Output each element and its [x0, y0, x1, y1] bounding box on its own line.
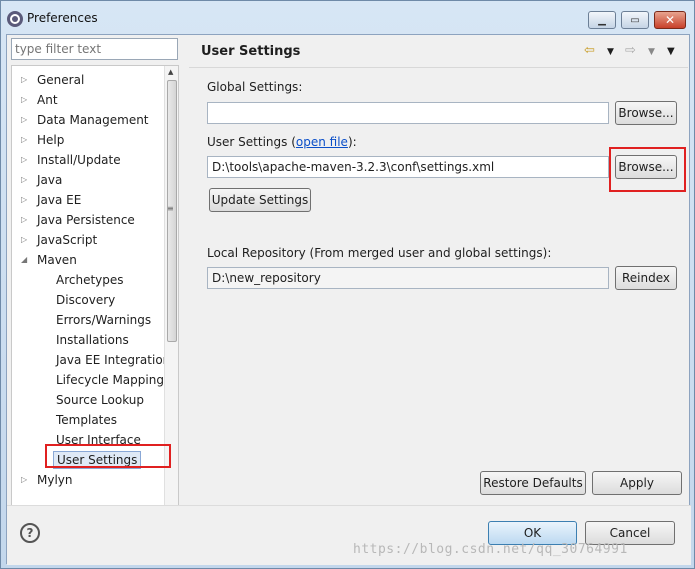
tree-item-label: Lifecycle Mapping [56, 373, 164, 387]
tree-item-label: JavaScript [37, 233, 98, 247]
global-browse-button[interactable]: Browse... [615, 101, 677, 125]
browse-highlight [609, 147, 686, 192]
tree-item-label: Install/Update [37, 153, 121, 167]
tree-item-label: Data Management [37, 113, 149, 127]
local-repository-input: D:\new_repository [207, 267, 609, 289]
page-title: User Settings [201, 44, 301, 59]
global-settings-input[interactable] [207, 102, 609, 124]
global-settings-label: Global Settings: [207, 80, 303, 94]
expand-arrow-icon[interactable]: ▷ [21, 131, 27, 149]
tree-item-label: Templates [56, 413, 118, 427]
title-bar[interactable]: Preferences ▁ ▭ ✕ [1, 1, 694, 35]
tree-item-label: Errors/Warnings [56, 313, 152, 327]
reindex-button[interactable]: Reindex [615, 266, 677, 290]
tree-item-label: Archetypes [56, 273, 124, 287]
tree-item-label: General [37, 73, 85, 87]
expand-arrow-icon[interactable]: ▷ [21, 471, 27, 489]
tree-item-label: Ant [37, 93, 58, 107]
tree-item-label: Help [37, 133, 65, 147]
filter-input[interactable] [11, 38, 178, 60]
tree-item-label: Source Lookup [56, 393, 144, 407]
tree-item-label: Installations [56, 333, 129, 347]
tree-item-label: Mylyn [37, 473, 73, 487]
expand-arrow-icon[interactable]: ▷ [21, 71, 27, 89]
dialog-content: ▷ General ▷ Ant ▷ Data Management ▷ Help ▷ Instal… [6, 34, 691, 565]
maximize-button[interactable]: ▭ [621, 11, 649, 29]
close-button[interactable]: ✕ [654, 11, 686, 29]
view-menu-icon[interactable]: ▼ [667, 46, 675, 57]
collapse-arrow-icon[interactable]: ◢ [21, 251, 27, 269]
scroll-up-icon[interactable]: ▲ [168, 68, 173, 76]
apply-button[interactable]: Apply [592, 471, 682, 495]
restore-defaults-button[interactable]: Restore Defaults [480, 471, 586, 495]
forward-arrow-icon[interactable]: ⇨ [625, 43, 636, 58]
grip-icon: ≡ [167, 204, 174, 213]
open-file-link[interactable]: open file [296, 135, 348, 149]
expand-arrow-icon[interactable]: ▷ [21, 231, 27, 249]
preferences-window: Preferences ▁ ▭ ✕ ▷ General ▷ Ant ▷ Data Mana… [0, 0, 695, 569]
expand-arrow-icon[interactable]: ▷ [21, 91, 27, 109]
forward-menu-icon[interactable]: ▼ [648, 47, 655, 57]
user-settings-highlight [45, 444, 171, 468]
minimize-button[interactable]: ▁ [588, 11, 616, 29]
watermark: https://blog.csdn.net/qq_30764991 [353, 542, 628, 557]
window-title: Preferences [27, 11, 98, 25]
tree-item-label: Discovery [56, 293, 116, 307]
user-settings-label: User Settings (open file): [207, 135, 357, 149]
back-arrow-icon[interactable]: ⇦ [584, 43, 595, 58]
page-header: User Settings ⇦ ▼ ⇨ ▼ ▼ [189, 38, 688, 68]
local-repository-label: Local Repository (From merged user and g… [207, 246, 552, 260]
tree-item-label: Maven [37, 253, 77, 267]
tree-item-label: Java [37, 173, 63, 187]
expand-arrow-icon[interactable]: ▷ [21, 151, 27, 169]
expand-arrow-icon[interactable]: ▷ [21, 191, 27, 209]
user-settings-page: User Settings ⇦ ▼ ⇨ ▼ ▼ Global Settings:… [189, 38, 688, 533]
tree-item-label: Java EE Integration [56, 353, 171, 367]
help-icon[interactable]: ? [20, 523, 40, 543]
update-settings-button[interactable]: Update Settings [209, 188, 311, 212]
expand-arrow-icon[interactable]: ▷ [21, 211, 27, 229]
tree-item-label: Java Persistence [37, 213, 135, 227]
tree-item-label: Java EE [37, 193, 82, 207]
expand-arrow-icon[interactable]: ▷ [21, 171, 27, 189]
back-menu-icon[interactable]: ▼ [607, 47, 614, 57]
expand-arrow-icon[interactable]: ▷ [21, 111, 27, 129]
eclipse-icon [7, 11, 23, 27]
user-settings-input[interactable]: D:\tools\apache-maven-3.2.3\conf\setting… [207, 156, 609, 178]
